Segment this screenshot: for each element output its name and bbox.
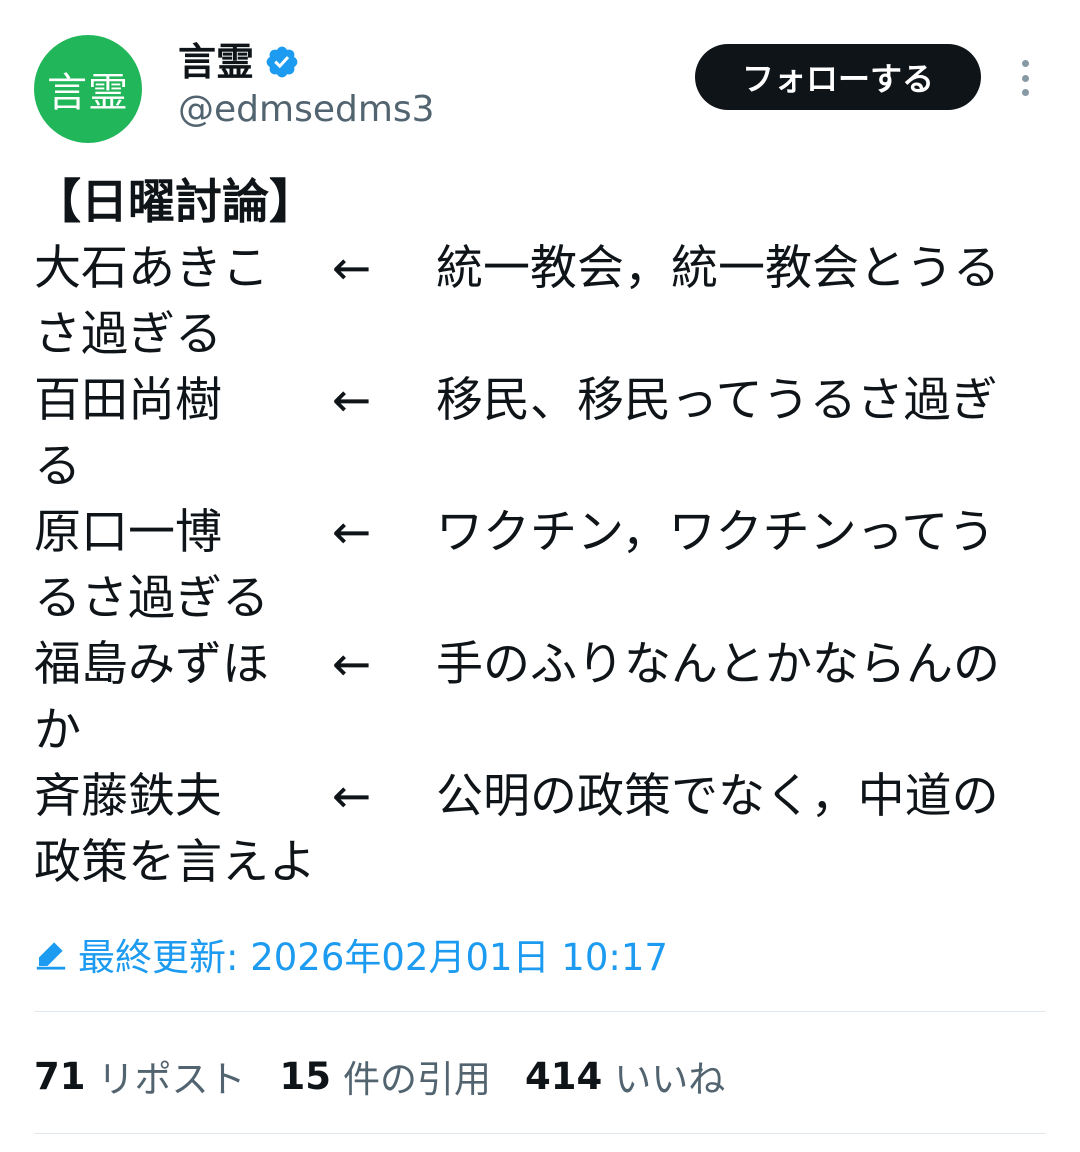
tweet-entry: 斉藤鉄夫 ← 公明の政策でなく，中道の 政策を言えよ [34, 764, 1046, 896]
entry-arrow: ← [332, 373, 372, 428]
tweet-text: 【日曜討論】 大石あきこ ← 統一教会，統一教会とうる さ過ぎる 百田尚樹 ← … [34, 170, 1046, 896]
entry-text: 統一教会，統一教会とうる [436, 241, 1000, 296]
entry-name: 福島みずほ [34, 637, 269, 692]
entry-name: 百田尚樹 [34, 373, 222, 428]
entry-name: 原口一博 [34, 505, 222, 560]
divider [34, 1133, 1046, 1134]
tweet-entry: 百田尚樹 ← 移民、移民ってうるさ過ぎ る [34, 368, 1046, 500]
engagement-stats: 71 リポスト 15 件の引用 414 いいね [34, 1048, 759, 1104]
entry-text: 公明の政策でなく，中道の [436, 769, 999, 824]
avatar[interactable]: 言霊 [34, 35, 142, 143]
tweet-title: 【日曜討論】 [34, 175, 316, 230]
entry-text-continued: か [34, 703, 81, 758]
entry-text: 手のふりなんとかならんの [436, 637, 1000, 692]
repost-count[interactable]: 71 リポスト [34, 1049, 246, 1103]
entry-text: 移民、移民ってうるさ過ぎ [436, 373, 998, 428]
entry-text-continued: るさ過ぎる [34, 571, 269, 626]
verified-badge-icon [264, 44, 300, 80]
like-count-label: いいね [614, 1058, 726, 1101]
entry-arrow: ← [332, 637, 372, 692]
more-options-icon[interactable] [1012, 60, 1038, 96]
edited-indicator[interactable]: 最終更新: 2026年02月01日 10:17 [34, 928, 668, 980]
entry-text-continued: 政策を言えよ [34, 835, 316, 890]
entry-text-continued: さ過ぎる [34, 307, 222, 362]
entry-text: ワクチン，ワクチンってう [436, 505, 996, 560]
entry-name: 斉藤鉄夫 [34, 769, 222, 824]
like-count-value: 414 [525, 1054, 603, 1098]
quote-count-value: 15 [279, 1054, 332, 1098]
tweet-entry: 大石あきこ ← 統一教会，統一教会とうる さ過ぎる [34, 236, 1046, 368]
entry-name: 大石あきこ [34, 241, 269, 296]
quote-count[interactable]: 15 件の引用 [280, 1049, 492, 1103]
repost-count-label: リポスト [97, 1058, 246, 1101]
tweet-entry: 福島みずほ ← 手のふりなんとかならんの か [34, 632, 1046, 764]
entry-arrow: ← [332, 769, 372, 824]
display-name[interactable]: 言霊 [178, 43, 254, 81]
pencil-icon [34, 937, 68, 971]
entry-text-continued: る [34, 439, 81, 494]
repost-count-value: 71 [34, 1054, 86, 1098]
entry-arrow: ← [332, 505, 372, 560]
last-updated-text: 最終更新: 2026年02月01日 10:17 [78, 936, 668, 979]
quote-count-label: 件の引用 [343, 1058, 491, 1101]
like-count[interactable]: 414 いいね [525, 1049, 725, 1103]
author-name-row: 言霊 [178, 36, 300, 88]
follow-button[interactable]: フォローする [695, 44, 981, 110]
entry-arrow: ← [332, 241, 372, 296]
divider [34, 1011, 1046, 1012]
user-handle[interactable]: @edmsedms3 [178, 88, 435, 131]
tweet-entry: 原口一博 ← ワクチン，ワクチンってう るさ過ぎる [34, 500, 1046, 632]
